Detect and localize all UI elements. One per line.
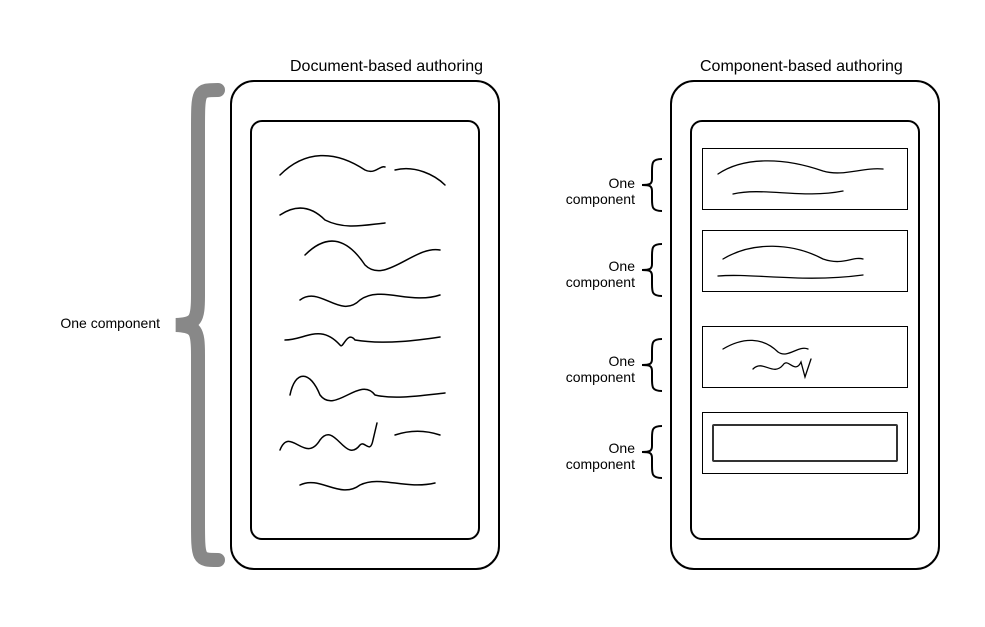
component-box-2 [702,230,908,292]
label-component-1: One component [540,175,635,207]
squiggle-box-1-icon [703,149,909,211]
squiggles-document-icon [265,145,465,515]
squiggle-box-3-icon [703,327,909,389]
component-box-3 [702,326,908,388]
label-document-component: One component [60,315,160,331]
brace-small-1-icon [638,155,668,215]
brace-small-4-icon [638,422,668,482]
label-component-2: One component [540,258,635,290]
label-component-4: One component [540,440,635,472]
brace-large-icon [168,80,228,570]
squiggle-box-2-icon [703,231,909,293]
label-component-3: One component [540,353,635,385]
brace-small-2-icon [638,240,668,300]
brace-small-3-icon [638,335,668,395]
title-document-based: Document-based authoring [290,58,483,76]
component-box-1 [702,148,908,210]
component-inner-box-icon [712,424,898,462]
title-component-based: Component-based authoring [700,58,903,76]
